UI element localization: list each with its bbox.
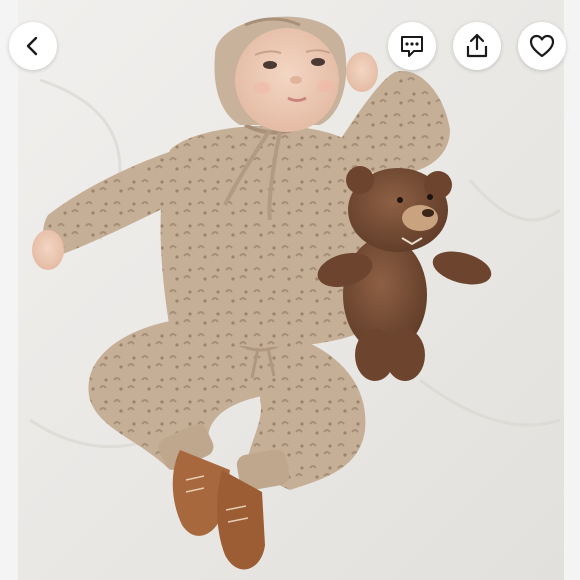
product-image-viewer bbox=[0, 0, 580, 580]
heart-outline-icon bbox=[529, 34, 555, 58]
right-hand bbox=[346, 52, 378, 92]
share-upload-icon bbox=[466, 33, 488, 58]
share-button[interactable] bbox=[453, 22, 501, 70]
like-button[interactable] bbox=[518, 22, 566, 70]
chevron-left-icon bbox=[26, 36, 38, 56]
left-hand bbox=[32, 230, 64, 270]
comments-button[interactable] bbox=[388, 22, 436, 70]
right-edge-strip bbox=[564, 0, 580, 580]
comment-dots-icon bbox=[401, 36, 423, 57]
back-button[interactable] bbox=[9, 22, 57, 70]
product-photo bbox=[0, 0, 580, 580]
baby-head bbox=[214, 16, 347, 132]
left-edge-strip bbox=[0, 0, 18, 580]
